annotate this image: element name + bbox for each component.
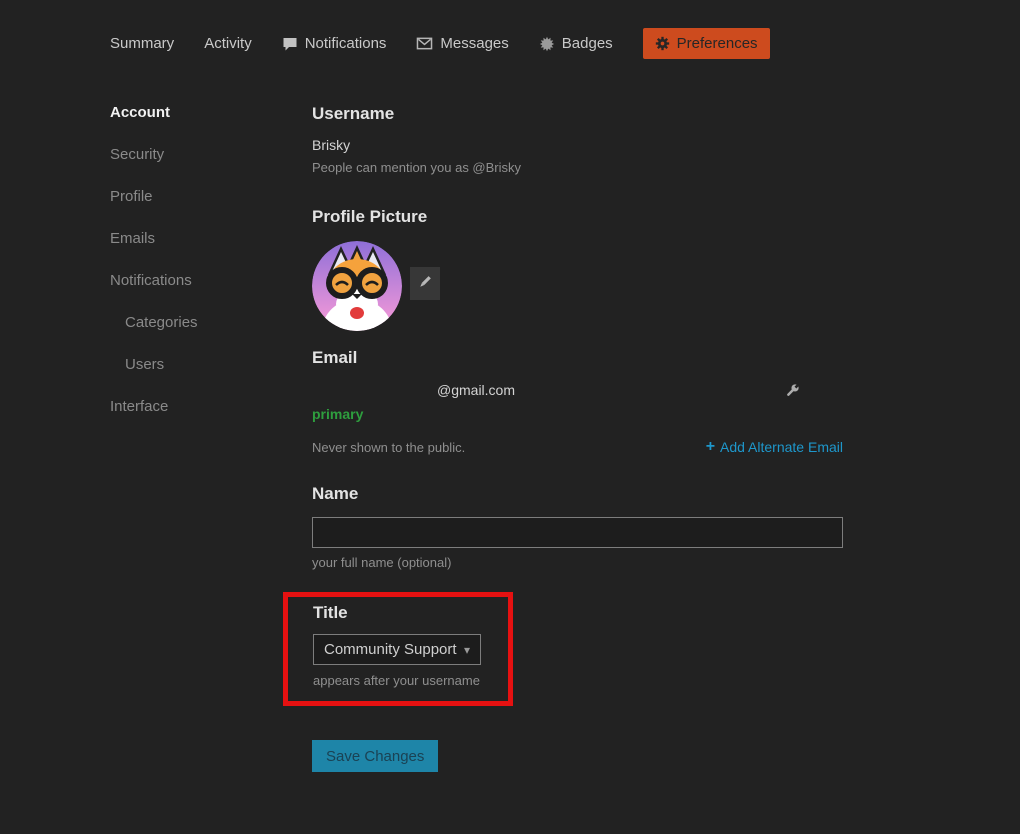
title-hint: appears after your username bbox=[313, 673, 508, 688]
sidebar-item-users[interactable]: Users bbox=[125, 356, 198, 373]
sidebar-item-profile[interactable]: Profile bbox=[110, 188, 198, 205]
sidebar-item-security[interactable]: Security bbox=[110, 146, 198, 163]
sidebar-item-notifications[interactable]: Notifications bbox=[110, 272, 198, 289]
envelope-icon bbox=[416, 36, 433, 51]
save-changes-button[interactable]: Save Changes bbox=[312, 740, 438, 772]
tab-notifications[interactable]: Notifications bbox=[282, 35, 387, 52]
username-hint: People can mention you as @Brisky bbox=[312, 160, 843, 175]
manage-email-button[interactable] bbox=[784, 382, 801, 402]
title-selected-value: Community Support bbox=[324, 641, 457, 658]
pencil-icon bbox=[417, 274, 433, 293]
profile-picture-heading: Profile Picture bbox=[312, 207, 843, 227]
tab-summary-label: Summary bbox=[110, 35, 174, 52]
chevron-down-icon: ▾ bbox=[464, 643, 470, 657]
tab-badges[interactable]: Badges bbox=[539, 35, 613, 52]
gear-icon bbox=[655, 36, 670, 51]
email-section: Email @gmail.com primary Never shown to … bbox=[312, 348, 843, 456]
sidebar-item-interface[interactable]: Interface bbox=[110, 398, 198, 415]
name-section: Name your full name (optional) bbox=[312, 484, 843, 570]
email-heading: Email bbox=[312, 348, 843, 368]
tab-messages-label: Messages bbox=[440, 35, 508, 52]
username-section: Username Brisky People can mention you a… bbox=[312, 104, 843, 175]
tab-messages[interactable]: Messages bbox=[416, 35, 508, 52]
edit-avatar-button[interactable] bbox=[410, 267, 440, 300]
tab-activity-label: Activity bbox=[204, 35, 252, 52]
tab-badges-label: Badges bbox=[562, 35, 613, 52]
sidebar-item-account[interactable]: Account bbox=[110, 104, 198, 121]
profile-picture-section: Profile Picture bbox=[312, 207, 843, 331]
name-heading: Name bbox=[312, 484, 843, 504]
email-hint: Never shown to the public. bbox=[312, 440, 465, 455]
sidebar-item-emails[interactable]: Emails bbox=[110, 230, 198, 247]
name-hint: your full name (optional) bbox=[312, 555, 843, 570]
badge-seal-icon bbox=[539, 36, 555, 52]
tab-notifications-label: Notifications bbox=[305, 35, 387, 52]
add-alternate-email-label: Add Alternate Email bbox=[720, 439, 843, 455]
email-value: @gmail.com bbox=[312, 382, 515, 398]
tab-preferences-label: Preferences bbox=[677, 35, 758, 52]
full-name-input[interactable] bbox=[312, 517, 843, 548]
title-section: Title Community Support ▾ appears after … bbox=[288, 597, 508, 688]
avatar bbox=[312, 241, 402, 331]
add-alternate-email-link[interactable]: + Add Alternate Email bbox=[706, 438, 843, 456]
tab-preferences[interactable]: Preferences bbox=[643, 28, 770, 59]
tab-activity[interactable]: Activity bbox=[204, 35, 252, 52]
plus-icon: + bbox=[706, 438, 715, 456]
speech-bubble-icon bbox=[282, 36, 298, 52]
wrench-icon bbox=[784, 387, 801, 402]
sidebar-item-categories[interactable]: Categories bbox=[125, 314, 198, 331]
user-nav: Summary Activity Notifications Messages … bbox=[110, 28, 770, 59]
title-heading: Title bbox=[313, 603, 508, 623]
red-highlight-annotation: Title Community Support ▾ appears after … bbox=[283, 592, 513, 706]
primary-email-badge: primary bbox=[312, 406, 843, 422]
username-value: Brisky bbox=[312, 137, 843, 153]
preferences-sidebar: Account Security Profile Emails Notifica… bbox=[110, 104, 198, 440]
title-select[interactable]: Community Support ▾ bbox=[313, 634, 481, 665]
username-heading: Username bbox=[312, 104, 843, 124]
tab-summary[interactable]: Summary bbox=[110, 35, 174, 52]
